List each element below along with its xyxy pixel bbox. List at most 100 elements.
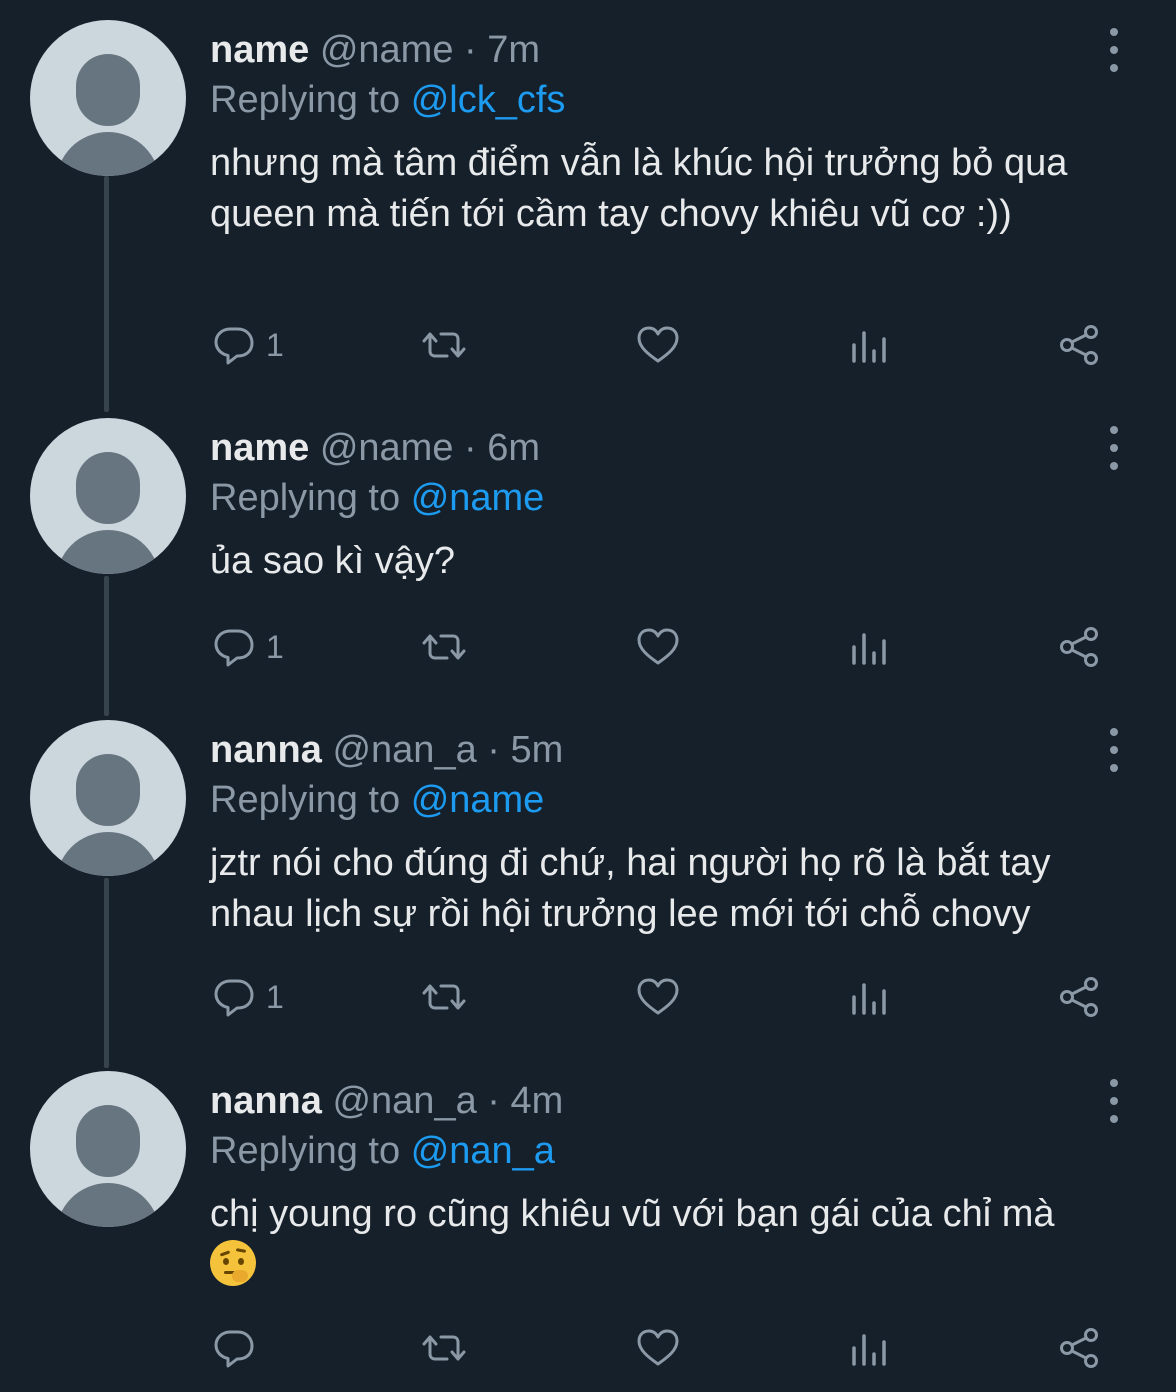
retweet-button[interactable]: [420, 972, 468, 1022]
tweet[interactable]: nanna @nan_a · 5m Replying to @name jztr…: [0, 720, 1176, 1040]
separator: ·: [487, 729, 500, 771]
user-handle[interactable]: @name: [320, 427, 454, 469]
tweet-text: ủa sao kì vậy?: [210, 540, 456, 582]
avatar[interactable]: [30, 720, 186, 876]
replying-to: Replying to @nan_a: [210, 1129, 555, 1173]
like-button[interactable]: [634, 320, 682, 370]
avatar[interactable]: [30, 20, 186, 176]
like-button[interactable]: [634, 622, 682, 672]
tweet-header: nanna @nan_a · 5m: [210, 728, 563, 772]
more-vertical-icon: [1110, 1079, 1118, 1087]
more-dot: [1110, 746, 1118, 754]
display-name[interactable]: nanna: [210, 1080, 322, 1122]
more-options-button[interactable]: [1100, 426, 1128, 470]
avatar-body-shape: [56, 132, 160, 176]
tweet-text: nhưng mà tâm điểm vẫn là khúc hội trưởng…: [210, 142, 1068, 235]
more-options-button[interactable]: [1100, 28, 1128, 72]
tweet[interactable]: name @name · 6m Replying to @name ủa sao…: [0, 418, 1176, 688]
reply-button[interactable]: [210, 1323, 266, 1373]
replying-to-mention[interactable]: @name: [411, 477, 545, 519]
like-button[interactable]: [634, 1323, 682, 1373]
more-vertical-icon: [1110, 28, 1118, 36]
reply-icon: [214, 979, 254, 1017]
avatar-body-shape: [56, 530, 160, 574]
replying-to-mention[interactable]: @name: [411, 779, 545, 821]
emoji-brow: [235, 1248, 247, 1253]
timestamp[interactable]: 6m: [487, 427, 540, 469]
reply-button[interactable]: 1: [210, 320, 284, 370]
tweet[interactable]: nanna @nan_a · 4m Replying to @nan_a chị…: [0, 1071, 1176, 1392]
replying-to: Replying to @name: [210, 476, 544, 520]
share-icon: [1060, 627, 1098, 667]
views-button[interactable]: [846, 972, 894, 1022]
retweet-icon: [422, 984, 466, 1010]
retweet-button[interactable]: [420, 320, 468, 370]
more-vertical-icon: [1110, 728, 1118, 736]
reply-icon: [214, 629, 254, 667]
analytics-icon: [852, 983, 886, 1015]
avatar-head-shape: [76, 1105, 140, 1177]
tweet-actions: 1: [210, 972, 1110, 1022]
replying-to: Replying to @lck_cfs: [210, 78, 565, 122]
face-with-raised-eyebrow-icon: [210, 1240, 256, 1286]
more-dot: [1110, 46, 1118, 54]
analytics-icon: [852, 1334, 886, 1366]
replying-to-mention[interactable]: @nan_a: [411, 1130, 555, 1172]
timestamp[interactable]: 5m: [511, 729, 564, 771]
share-button[interactable]: [1056, 320, 1104, 370]
avatar-head-shape: [76, 754, 140, 826]
retweet-icon: [422, 332, 466, 358]
replying-to-label: Replying to: [210, 79, 401, 121]
avatar[interactable]: [30, 418, 186, 574]
retweet-icon: [422, 1335, 466, 1361]
share-button[interactable]: [1056, 622, 1104, 672]
analytics-icon: [852, 633, 886, 665]
tweet-actions: [210, 1323, 1110, 1373]
views-button[interactable]: [846, 320, 894, 370]
reply-icon: [214, 327, 254, 365]
share-icon: [1060, 977, 1098, 1017]
tweet[interactable]: name @name · 7m Replying to @lck_cfs như…: [0, 20, 1176, 380]
tweet-actions: 1: [210, 320, 1110, 370]
avatar-head-shape: [76, 54, 140, 126]
user-handle[interactable]: @nan_a: [332, 729, 476, 771]
avatar[interactable]: [30, 1071, 186, 1227]
retweet-button[interactable]: [420, 622, 468, 672]
reply-count: 1: [266, 327, 284, 363]
reply-icon: [214, 1330, 254, 1368]
emoji-eye: [223, 1258, 229, 1265]
reply-count: 1: [266, 629, 284, 665]
emoji-hand: [232, 1270, 248, 1282]
more-dot: [1110, 764, 1118, 772]
user-handle[interactable]: @nan_a: [332, 1080, 476, 1122]
share-button[interactable]: [1056, 972, 1104, 1022]
share-icon: [1060, 325, 1098, 365]
views-button[interactable]: [846, 622, 894, 672]
avatar-body-shape: [56, 1183, 160, 1227]
tweet-text: jztr nói cho đúng đi chứ, hai người họ r…: [210, 842, 1051, 935]
heart-icon: [637, 978, 679, 1015]
heart-icon: [637, 1329, 679, 1366]
more-dot: [1110, 64, 1118, 72]
timestamp[interactable]: 4m: [511, 1080, 564, 1122]
reply-button[interactable]: 1: [210, 972, 284, 1022]
more-dot: [1110, 444, 1118, 452]
reply-button[interactable]: 1: [210, 622, 284, 672]
display-name[interactable]: name: [210, 427, 309, 469]
emoji-brow: [219, 1250, 231, 1257]
reply-count: 1: [266, 979, 284, 1015]
display-name[interactable]: name: [210, 29, 309, 71]
like-button[interactable]: [634, 972, 682, 1022]
replying-to-mention[interactable]: @lck_cfs: [411, 79, 566, 121]
timestamp[interactable]: 7m: [487, 29, 540, 71]
more-options-button[interactable]: [1100, 728, 1128, 772]
separator: ·: [464, 29, 477, 71]
avatar-head-shape: [76, 452, 140, 524]
tweet-text-container: chị young ro cũng khiêu vũ với bạn gái c…: [210, 1189, 1140, 1292]
retweet-button[interactable]: [420, 1323, 468, 1373]
more-options-button[interactable]: [1100, 1079, 1128, 1123]
share-button[interactable]: [1056, 1323, 1104, 1373]
user-handle[interactable]: @name: [320, 29, 454, 71]
views-button[interactable]: [846, 1323, 894, 1373]
display-name[interactable]: nanna: [210, 729, 322, 771]
